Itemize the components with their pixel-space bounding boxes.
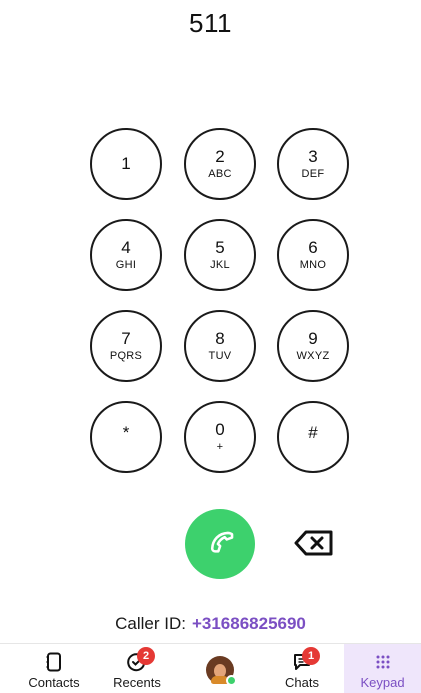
- key-digit: 6: [308, 237, 318, 257]
- key-letters: +: [216, 440, 224, 453]
- call-button[interactable]: [185, 509, 255, 579]
- key-digit: 0: [215, 419, 225, 439]
- key-8[interactable]: 8 TUV: [184, 310, 256, 382]
- avatar: [206, 656, 237, 686]
- backspace-icon: [294, 530, 334, 561]
- key-letters: MNO: [299, 258, 327, 271]
- chats-badge: 1: [302, 647, 320, 665]
- key-7[interactable]: 7 PQRS: [90, 310, 162, 382]
- recents-badge: 2: [137, 647, 155, 665]
- key-letters: WXYZ: [296, 349, 330, 362]
- key-digit: 7: [121, 328, 131, 348]
- key-digit: 5: [215, 237, 225, 257]
- caller-id-number[interactable]: +31686825690: [192, 614, 306, 633]
- key-letters: GHI: [115, 258, 137, 271]
- key-6[interactable]: 6 MNO: [277, 219, 349, 291]
- tab-label: Contacts: [28, 675, 80, 690]
- key-digit: 8: [215, 328, 225, 348]
- chat-icon: 1: [291, 647, 320, 672]
- key-3[interactable]: 3 DEF: [277, 128, 349, 200]
- tab-profile[interactable]: [190, 644, 250, 693]
- key-letters: JKL: [210, 258, 230, 271]
- key-0[interactable]: 0 +: [184, 401, 256, 473]
- key-star[interactable]: *: [90, 401, 162, 473]
- key-4[interactable]: 4 GHI: [90, 219, 162, 291]
- key-letters: PQRS: [109, 349, 143, 362]
- key-1[interactable]: 1: [90, 128, 162, 200]
- caller-id-label: Caller ID:: [115, 614, 186, 633]
- key-hash[interactable]: #: [277, 401, 349, 473]
- tab-label: Chats: [285, 675, 319, 690]
- key-letters: DEF: [301, 167, 325, 180]
- key-digit: 9: [308, 328, 318, 348]
- tab-contacts[interactable]: Contacts: [16, 644, 92, 693]
- key-digit: *: [122, 423, 130, 442]
- phone-icon: [203, 525, 237, 564]
- key-digit: 2: [215, 146, 225, 166]
- key-digit: 1: [121, 154, 131, 173]
- key-letters: TUV: [208, 349, 232, 362]
- tab-label: Recents: [113, 675, 161, 690]
- key-digit: 3: [308, 146, 318, 166]
- key-2[interactable]: 2 ABC: [184, 128, 256, 200]
- backspace-button[interactable]: [293, 530, 335, 560]
- dialed-number[interactable]: 511: [0, 8, 421, 39]
- caller-id[interactable]: Caller ID: +31686825690: [0, 614, 421, 634]
- key-digit: 4: [121, 237, 131, 257]
- key-9[interactable]: 9 WXYZ: [277, 310, 349, 382]
- key-5[interactable]: 5 JKL: [184, 219, 256, 291]
- bottom-tab-bar: Contacts 2 Recents 1 Chats Keypad: [0, 643, 421, 693]
- recents-icon: 2: [126, 647, 155, 672]
- keypad-icon: [372, 652, 394, 672]
- presence-dot: [226, 675, 237, 686]
- tab-chats[interactable]: 1 Chats: [270, 644, 334, 693]
- tab-keypad[interactable]: Keypad: [344, 644, 421, 693]
- tab-recents[interactable]: 2 Recents: [101, 644, 173, 693]
- tab-label: Keypad: [360, 675, 405, 690]
- key-letters: ABC: [208, 167, 232, 180]
- key-digit: #: [308, 423, 318, 442]
- contacts-icon: [43, 652, 65, 672]
